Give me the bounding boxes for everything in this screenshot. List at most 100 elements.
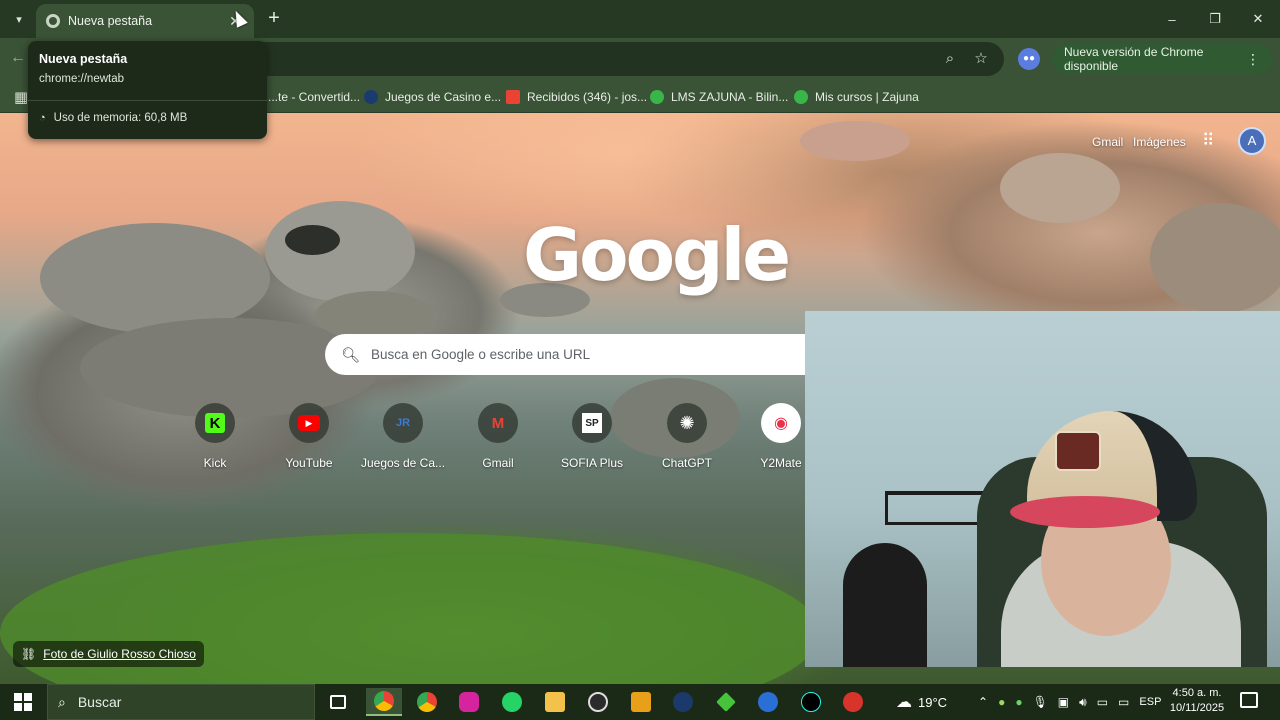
kick-icon: K: [195, 403, 235, 443]
zajuna-favicon-icon: [650, 89, 664, 104]
background-rock: [800, 121, 910, 161]
bookmark-item[interactable]: Mis cursos | Zajuna: [794, 80, 919, 113]
tab-new-tab[interactable]: Nueva pestaña ✕: [36, 4, 254, 38]
background-rock: [265, 201, 415, 301]
tray-app-icon[interactable]: ●: [998, 695, 1005, 709]
app-icon[interactable]: [665, 688, 701, 716]
language-indicator[interactable]: ESP: [1139, 696, 1161, 708]
shortcut-label: YouTube: [285, 456, 333, 470]
divider: [28, 100, 267, 101]
youtube-icon: ▶: [289, 403, 329, 443]
photo-credit-label: Foto de Giulio Rosso Chioso: [43, 647, 196, 661]
search-placeholder: Busca en Google o escribe una URL: [371, 347, 591, 362]
app-icon[interactable]: [623, 688, 659, 716]
shortcut-tile[interactable]: K Kick: [170, 403, 260, 470]
gmail-favicon-icon: [506, 89, 520, 104]
google-logo: Google: [523, 213, 791, 297]
clock-date: 10/11/2025: [1169, 702, 1225, 714]
shortcut-label: Juegos de Ca...: [360, 456, 446, 470]
instagram-icon[interactable]: [451, 688, 487, 716]
obs-icon[interactable]: [580, 688, 616, 716]
volume-icon[interactable]: 🔊︎: [1079, 695, 1087, 710]
minimize-button[interactable]: –: [1150, 0, 1194, 38]
taskbar-search-label: Buscar: [77, 694, 122, 710]
hovercard-url: chrome://newtab: [39, 73, 125, 85]
taskbar: ⌕ Buscar ☁ 19°C ⌃ ● ● 🎙︎ ▣ 🔊︎ ▭ ▭ ESP 4:…: [0, 684, 1280, 720]
chevron-up-icon[interactable]: ⌃: [978, 695, 988, 709]
gmail-link[interactable]: Gmail: [1092, 135, 1123, 149]
webcam-fan: [843, 543, 927, 667]
webcam-cap-badge: [1055, 431, 1101, 471]
taskbar-search[interactable]: ⌕ Buscar: [47, 684, 315, 720]
shortcut-tile[interactable]: ▶ YouTube: [264, 403, 354, 470]
bookmark-label: Recibidos (346) - jos...: [527, 89, 648, 104]
shortcut-tile[interactable]: M Gmail: [453, 403, 543, 470]
profile-extension-icon[interactable]: ●●: [1018, 48, 1040, 70]
memory-gauge-icon: ◔: [39, 112, 46, 124]
bookmark-label: LMS ZAJUNA - Bilin...: [671, 89, 789, 104]
app-icon[interactable]: [835, 688, 871, 716]
tray-app-icon[interactable]: ●: [1015, 695, 1022, 709]
menu-dots-icon[interactable]: ⋮: [1246, 51, 1260, 68]
background-rock: [1150, 203, 1280, 313]
apps-grid-icon[interactable]: ▦: [14, 88, 28, 106]
tab-hover-card: Nueva pestaña chrome://newtab ◔ Uso de m…: [28, 41, 267, 139]
google-apps-icon[interactable]: ⠿: [1202, 131, 1214, 151]
bookmark-label: ...te - Convertid...: [268, 89, 361, 104]
hovercard-title: Nueva pestaña: [39, 52, 128, 66]
chrome-update-button[interactable]: Nueva versión de Chrome disponible ⋮: [1052, 44, 1272, 74]
search-icon: 🔍︎: [341, 346, 361, 364]
task-view-icon[interactable]: [320, 688, 356, 716]
bookmark-item[interactable]: Recibidos (346) - jos...: [506, 80, 647, 113]
bookmark-item[interactable]: LMS ZAJUNA - Bilin...: [650, 80, 788, 113]
y2mate-icon: ◉: [761, 403, 801, 443]
tray-app-icon[interactable]: ▣: [1058, 695, 1069, 709]
tab-search-chevron-icon[interactable]: ▾: [8, 8, 30, 30]
shortcut-label: Kick: [203, 456, 227, 470]
app-icon[interactable]: [708, 688, 744, 716]
clock-time: 4:50 a. m.: [1172, 687, 1222, 699]
windows-start-icon[interactable]: [14, 693, 32, 711]
app-icon[interactable]: [750, 688, 786, 716]
tiktok-icon[interactable]: [793, 688, 829, 716]
close-window-button[interactable]: ✕: [1236, 0, 1280, 38]
new-tab-button[interactable]: +: [263, 8, 285, 30]
bookmark-star-icon[interactable]: ☆: [971, 49, 991, 69]
zajuna-favicon-icon: [794, 89, 808, 104]
shortcut-tile[interactable]: ✺ ChatGPT: [642, 403, 732, 470]
bookmark-item[interactable]: ...te - Convertid...: [268, 80, 360, 113]
gmail-icon: M: [478, 403, 518, 443]
images-link[interactable]: Imágenes: [1133, 135, 1186, 149]
network-icon[interactable]: ▭: [1118, 695, 1129, 709]
whatsapp-icon[interactable]: [494, 688, 530, 716]
back-arrow-icon[interactable]: ←: [10, 49, 26, 67]
clock[interactable]: 4:50 a. m. 10/11/2025: [1162, 686, 1232, 716]
tab-title: Nueva pestaña: [68, 14, 153, 28]
bookmark-item[interactable]: Juegos de Casino e...: [364, 80, 501, 113]
chrome-taskbar-icon[interactable]: [366, 688, 402, 716]
maximize-button[interactable]: ❐: [1193, 0, 1237, 38]
battery-icon[interactable]: ▭: [1097, 695, 1108, 709]
shortcut-tile[interactable]: JR Juegos de Ca...: [358, 403, 448, 470]
webcam-cap-brim: [1010, 496, 1160, 528]
bookmark-label: Mis cursos | Zajuna: [815, 89, 919, 104]
system-tray: ⌃ ● ● 🎙︎ ▣ 🔊︎ ▭ ▭ ESP: [978, 684, 1161, 720]
shortcut-label: SOFIA Plus: [560, 456, 624, 470]
microphone-icon[interactable]: 🎙︎: [1033, 695, 1048, 709]
weather-cloud-icon: ☁: [896, 694, 912, 711]
search-icon: ⌕: [58, 693, 66, 710]
weather-widget[interactable]: ☁ 19°C: [896, 684, 947, 720]
chrome-taskbar-icon[interactable]: [409, 688, 445, 716]
background-rock: [1000, 153, 1120, 223]
hovercard-memory: ◔ Uso de memoria: 60,8 MB: [39, 112, 187, 124]
title-bar: ▾ Nueva pestaña ✕ + – ❐ ✕: [0, 0, 1280, 38]
weather-temp: 19°C: [918, 694, 948, 710]
link-icon: ⛓: [21, 647, 37, 661]
webcam-overlay: [805, 311, 1280, 667]
zoom-search-icon[interactable]: ⌕: [940, 49, 960, 69]
shortcut-tile[interactable]: SP SOFIA Plus: [547, 403, 637, 470]
photo-credit-link[interactable]: ⛓ Foto de Giulio Rosso Chioso: [13, 641, 204, 667]
notification-center-icon[interactable]: [1240, 692, 1258, 708]
account-avatar[interactable]: A: [1238, 127, 1266, 155]
file-explorer-icon[interactable]: [537, 688, 573, 716]
